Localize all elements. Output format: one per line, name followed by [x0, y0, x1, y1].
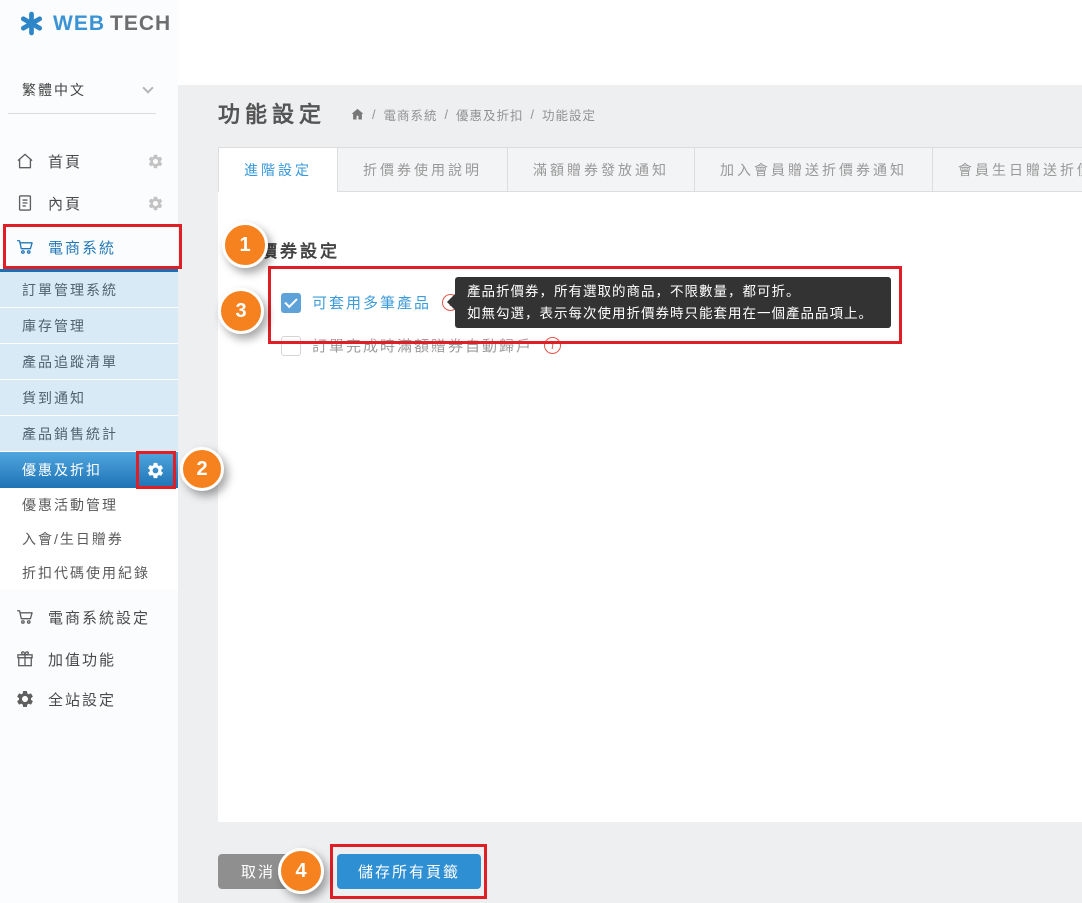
sidebar-subitem-discount-code-records[interactable]: 折扣代碼使用紀錄 — [0, 556, 178, 590]
subitem-label: 優惠活動管理 — [22, 495, 118, 515]
language-selector-value: 繁體中文 — [22, 80, 86, 100]
sidebar-item-ecommerce[interactable]: 電商系統 — [0, 226, 178, 268]
sidebar-item-label: 首頁 — [48, 151, 82, 172]
gift-icon — [15, 649, 35, 669]
sidebar-item-label: 加值功能 — [48, 649, 116, 670]
tab-label: 進階設定 — [244, 160, 312, 180]
subitem-label: 入會/生日贈券 — [22, 529, 124, 549]
brand-web: WEB — [53, 12, 105, 35]
gear-icon[interactable] — [147, 195, 164, 212]
tooltip-multi-product: 產品折價券，所有選取的商品，不限數量，都可折。 如無勾選，表示每次使用折價券時只… — [455, 277, 891, 328]
gear-icon[interactable] — [146, 461, 165, 480]
tooltip-line-1: 產品折價券，所有選取的商品，不限數量，都可折。 — [467, 281, 879, 303]
sidebar-subitem-discounts-selected[interactable]: 優惠及折扣 — [0, 452, 178, 488]
option-auto-credit: 訂單完成時滿額贈券自動歸戶 i — [281, 335, 561, 356]
breadcrumb-item-function-settings: 功能設定 — [542, 105, 596, 124]
sidebar-subitem-promo-management[interactable]: 優惠活動管理 — [0, 488, 178, 522]
brand-tech: TECH — [110, 12, 171, 35]
multi-product-label[interactable]: 可套用多筆產品 — [312, 292, 431, 313]
cancel-button[interactable]: 取消 — [218, 854, 298, 889]
section-title-coupon-settings: 折價券設定 — [240, 237, 340, 262]
tab-threshold-coupon-notification[interactable]: 滿額贈券發放通知 — [508, 147, 695, 192]
sidebar-item-home[interactable]: 首頁 — [0, 140, 178, 182]
sidebar-subitem-order-management[interactable]: 訂單管理系統 — [0, 272, 178, 308]
sidebar-subitem-membership-birthday-coupons[interactable]: 入會/生日贈券 — [0, 522, 178, 556]
sidebar-subitem-sales-statistics[interactable]: 產品銷售統計 — [0, 416, 178, 452]
sidebar-subitem-product-tracking[interactable]: 產品追蹤清單 — [0, 344, 178, 380]
breadcrumb-item-discounts[interactable]: 優惠及折扣 — [456, 105, 524, 124]
tab-label: 會員生日贈送折價券通知 — [958, 160, 1082, 180]
asterisk-logo-icon — [18, 10, 45, 37]
home-icon[interactable] — [350, 107, 365, 122]
sidebar-item-site-settings[interactable]: 全站設定 — [0, 678, 178, 720]
divider — [8, 113, 156, 114]
subitem-label: 庫存管理 — [22, 316, 86, 336]
sidebar-subitem-arrival-notice[interactable]: 貨到通知 — [0, 380, 178, 416]
sidebar-item-ecommerce-settings[interactable]: 電商系統設定 — [0, 596, 178, 638]
shopping-cart-icon — [15, 607, 35, 627]
sidebar-item-addons[interactable]: 加值功能 — [0, 638, 178, 680]
page-title: 功能設定 — [218, 97, 326, 129]
breadcrumb-separator: / — [531, 108, 535, 122]
gear-icon — [15, 689, 35, 709]
tooltip-line-2: 如無勾選，表示每次使用折價券時只能套用在一個產品品項上。 — [467, 303, 879, 325]
document-icon — [15, 193, 35, 213]
sidebar-item-label: 電商系統 — [48, 237, 116, 258]
multi-product-checkbox[interactable] — [281, 293, 301, 313]
breadcrumb-item-ecommerce[interactable]: 電商系統 — [383, 105, 437, 124]
breadcrumb-separator: / — [445, 108, 449, 122]
tab-coupon-usage-notes[interactable]: 折價券使用說明 — [338, 147, 508, 192]
tab-advanced-settings[interactable]: 進階設定 — [218, 147, 338, 192]
sidebar: WEBTECH 繁體中文 首頁 內頁 電商系統 訂單管理系統 庫存管理 產品追蹤… — [0, 0, 178, 903]
subitem-label: 貨到通知 — [22, 388, 86, 408]
subitem-label: 折扣代碼使用紀錄 — [22, 563, 150, 583]
language-selector[interactable]: 繁體中文 — [22, 80, 152, 100]
save-all-tabs-button[interactable]: 儲存所有頁籤 — [337, 854, 481, 889]
sidebar-item-label: 全站設定 — [48, 689, 116, 710]
app-window: WEBTECH 繁體中文 首頁 內頁 電商系統 訂單管理系統 庫存管理 產品追蹤… — [0, 0, 1082, 903]
tab-label: 滿額贈券發放通知 — [533, 160, 669, 180]
option-multi-product: 可套用多筆產品 i — [281, 292, 459, 313]
sidebar-item-inner-pages[interactable]: 內頁 — [0, 182, 178, 224]
brand-name: WEBTECH — [53, 12, 171, 36]
tab-label: 折價券使用說明 — [363, 160, 482, 180]
sidebar-item-label: 內頁 — [48, 193, 82, 214]
tab-bar: 進階設定 折價券使用說明 滿額贈券發放通知 加入會員贈送折價券通知 會員生日贈送… — [218, 147, 1082, 192]
home-icon — [15, 151, 35, 171]
main-area: 功能設定 / 電商系統 / 優惠及折扣 / 功能設定 進階設定 折價券使用說明 … — [178, 0, 1082, 903]
brand-logo: WEBTECH — [18, 10, 171, 37]
gear-icon[interactable] — [147, 153, 164, 170]
subitem-label: 訂單管理系統 — [22, 280, 118, 300]
tab-label: 加入會員贈送折價券通知 — [720, 160, 907, 180]
chevron-down-icon — [142, 82, 153, 93]
auto-credit-label[interactable]: 訂單完成時滿額贈券自動歸戶 — [312, 335, 533, 356]
sidebar-subitem-inventory[interactable]: 庫存管理 — [0, 308, 178, 344]
tab-birthday-coupon-notification[interactable]: 會員生日贈送折價券通知 — [933, 147, 1082, 192]
auto-credit-checkbox[interactable] — [281, 336, 301, 356]
subitem-label: 優惠及折扣 — [22, 460, 102, 480]
breadcrumb-separator: / — [372, 108, 376, 122]
shopping-cart-icon — [15, 237, 35, 257]
tab-join-member-coupon-notification[interactable]: 加入會員贈送折價券通知 — [695, 147, 933, 192]
info-icon[interactable]: i — [544, 337, 561, 354]
subitem-label: 產品追蹤清單 — [22, 352, 118, 372]
breadcrumb: / 電商系統 / 優惠及折扣 / 功能設定 — [350, 105, 596, 124]
sidebar-item-label: 電商系統設定 — [48, 607, 150, 628]
subitem-label: 產品銷售統計 — [22, 424, 118, 444]
